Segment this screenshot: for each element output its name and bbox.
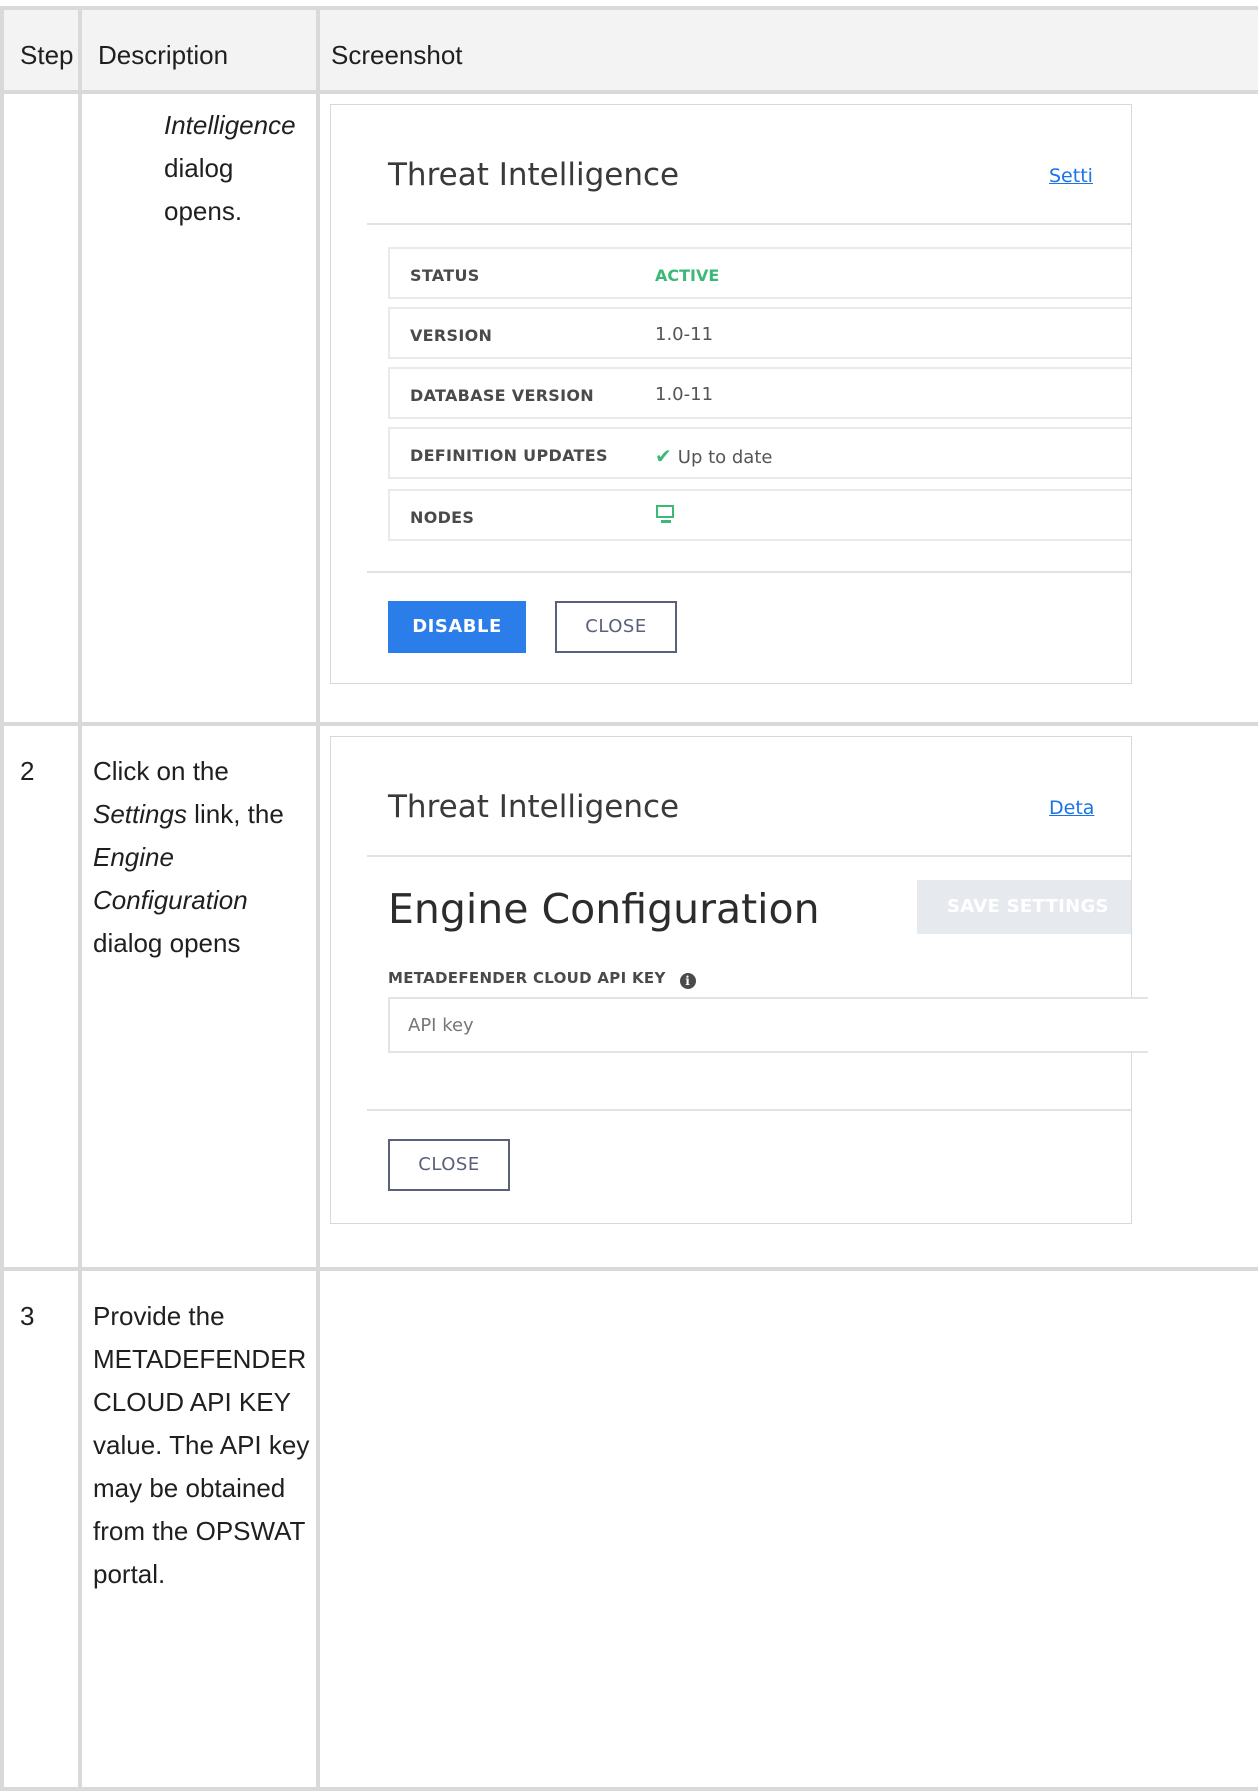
- settings-link[interactable]: Setti: [1049, 165, 1093, 187]
- close-button[interactable]: CLOSE: [388, 1139, 510, 1191]
- definition-updates-row: DEFINITION UPDATES ✔ Up to date: [388, 427, 1131, 479]
- divider: [367, 571, 1131, 573]
- status-row: STATUS ACTIVE: [388, 247, 1131, 299]
- header-screenshot: Screenshot: [316, 6, 1258, 94]
- screenshot-cell: Threat Intelligence Setti STATUS ACTIVE …: [316, 90, 1258, 726]
- description-cell: Intelligence dialog opens.: [78, 90, 320, 726]
- save-settings-button[interactable]: SAVE SETTINGS: [917, 880, 1131, 934]
- header-description: Description: [78, 6, 320, 94]
- engine-configuration-dialog: Threat Intelligence Deta Engine Configur…: [330, 736, 1148, 1224]
- info-icon[interactable]: i: [679, 973, 696, 989]
- api-key-label: METADEFENDER CLOUD API KEY i: [388, 969, 696, 989]
- status-badge: ACTIVE: [655, 266, 720, 285]
- section-title: Engine Configuration: [388, 885, 820, 933]
- divider: [367, 855, 1131, 857]
- step-description: Click on the Settings link, the Engine C…: [93, 756, 284, 958]
- check-icon: ✔: [655, 444, 672, 468]
- close-button[interactable]: CLOSE: [555, 601, 677, 653]
- screenshot-cell: Threat Intelligence Deta Engine Configur…: [316, 722, 1258, 1271]
- header-step: Step: [0, 6, 82, 94]
- description-cell: Click on the Settings link, the Engine C…: [78, 722, 320, 1271]
- screenshot-cell: [316, 1267, 1258, 1791]
- disable-button[interactable]: DISABLE: [388, 601, 526, 653]
- database-version-row: DATABASE VERSION 1.0-11: [388, 367, 1131, 419]
- details-link[interactable]: Deta: [1049, 797, 1094, 819]
- step-description: Provide the METADEFENDER CLOUD API KEY v…: [93, 1301, 310, 1589]
- step-cell: 2: [0, 722, 82, 1271]
- version-row: VERSION 1.0-11: [388, 307, 1131, 359]
- divider: [367, 223, 1131, 225]
- step-cell: 3: [0, 1267, 82, 1791]
- step-description: Intelligence dialog opens.: [164, 110, 296, 226]
- description-cell: Provide the METADEFENDER CLOUD API KEY v…: [78, 1267, 320, 1791]
- table-row: Intelligence dialog opens. Threat Intell…: [0, 90, 1258, 726]
- divider: [367, 1109, 1131, 1111]
- api-key-input[interactable]: [388, 997, 1148, 1053]
- step-cell: [0, 90, 82, 726]
- table-row: 3 Provide the METADEFENDER CLOUD API KEY…: [0, 1267, 1258, 1791]
- dialog-title: Threat Intelligence: [388, 789, 680, 825]
- nodes-row: NODES: [388, 489, 1131, 541]
- table-header-row: Step Description Screenshot: [0, 6, 1258, 94]
- dialog-title: Threat Intelligence: [388, 157, 680, 193]
- threat-intelligence-dialog: Threat Intelligence Setti STATUS ACTIVE …: [330, 104, 1132, 684]
- table-row: 2 Click on the Settings link, the Engine…: [0, 722, 1258, 1271]
- monitor-icon[interactable]: [655, 505, 677, 525]
- instructions-table: Step Description Screenshot Intelligence…: [0, 6, 1258, 1791]
